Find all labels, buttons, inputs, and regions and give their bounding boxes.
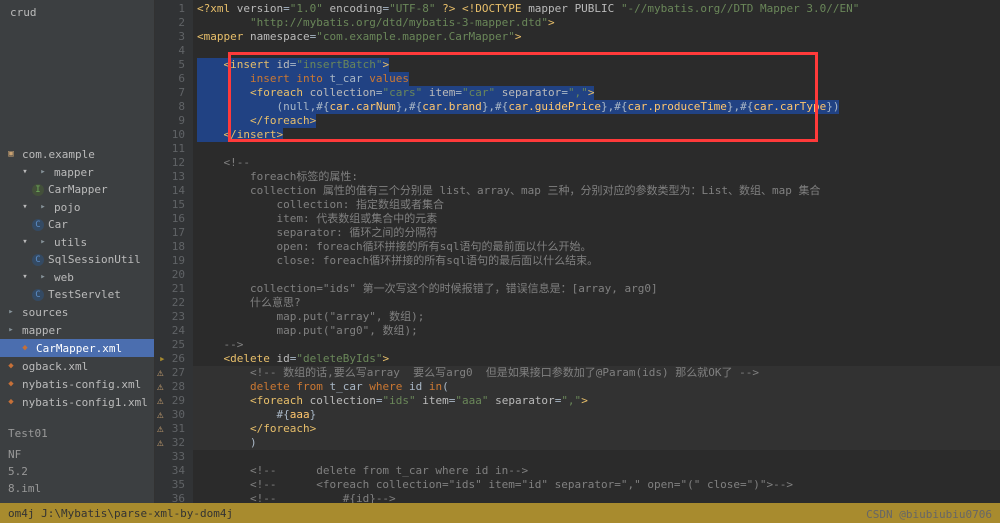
sec-item[interactable]: Test01: [0, 425, 154, 442]
code-line-13[interactable]: foreach标签的属性:: [193, 170, 1000, 184]
code-line-18[interactable]: open: foreach循环拼接的所有sql语句的最前面以什么开始。: [193, 240, 1000, 254]
code-line-4[interactable]: [193, 44, 1000, 58]
status-bar: om4j J:\Mybatis\parse-xml-by-dom4j: [0, 503, 1000, 523]
code-line-33[interactable]: [193, 450, 1000, 464]
class-icon: C: [32, 219, 44, 231]
xml-icon: ◆: [4, 395, 18, 409]
project-title: crud: [0, 0, 154, 25]
code-line-27[interactable]: <!-- 数组的话,要么写array 要么写arg0 但是如果接口参数加了@Pa…: [193, 366, 1000, 380]
code-line-28[interactable]: delete from t_car where id in(: [193, 380, 1000, 394]
code-line-3[interactable]: <mapper namespace="com.example.mapper.Ca…: [193, 30, 1000, 44]
code-line-9[interactable]: </foreach>: [193, 114, 1000, 128]
pkg-icon: ▣: [4, 147, 18, 161]
editor-pane[interactable]: 1234567891011121314151617181920212223242…: [155, 0, 1000, 503]
tree-item-ogback.xml[interactable]: ◆ogback.xml: [0, 357, 154, 375]
code-line-34[interactable]: <!-- delete from t_car where id in-->: [193, 464, 1000, 478]
folder-icon: ▸: [36, 165, 50, 179]
tree-item-utils[interactable]: ▾▸utils: [0, 233, 154, 251]
class-icon: C: [32, 289, 44, 301]
status-left: om4j J:\Mybatis\parse-xml-by-dom4j: [8, 507, 233, 520]
code-line-14[interactable]: collection 属性的值有三个分别是 list、array、map 三种，…: [193, 184, 1000, 198]
code-line-2[interactable]: "http://mybatis.org/dtd/mybatis-3-mapper…: [193, 16, 1000, 30]
tree-item-Car[interactable]: CCar: [0, 216, 154, 233]
tree-item-TestServlet[interactable]: CTestServlet: [0, 286, 154, 303]
code-line-6[interactable]: insert into t_car values: [193, 72, 1000, 86]
tree-item-nybatis-config.xml[interactable]: ◆nybatis-config.xml: [0, 375, 154, 393]
folder-icon: ▸: [4, 323, 18, 337]
sec-item[interactable]: NF: [0, 446, 154, 463]
folder-icon: ▸: [36, 270, 50, 284]
code-line-35[interactable]: <!-- <foreach collection="ids" item="id"…: [193, 478, 1000, 492]
code-line-21[interactable]: collection="ids" 第一次写这个的时候报错了，错误信息是：[arr…: [193, 282, 1000, 296]
code-line-15[interactable]: collection: 指定数组或者集合: [193, 198, 1000, 212]
iface-icon: I: [32, 184, 44, 196]
tree-item-sources[interactable]: ▸sources: [0, 303, 154, 321]
tree-item-web[interactable]: ▾▸web: [0, 268, 154, 286]
code-line-31[interactable]: </foreach>: [193, 422, 1000, 436]
tree-item-mapper[interactable]: ▾▸mapper: [0, 163, 154, 181]
code-line-5[interactable]: <insert id="insertBatch">: [193, 58, 1000, 72]
code-line-29[interactable]: <foreach collection="ids" item="aaa" sep…: [193, 394, 1000, 408]
code-line-8[interactable]: (null,#{car.carNum},#{car.brand},#{car.g…: [193, 100, 1000, 114]
code-line-25[interactable]: -->: [193, 338, 1000, 352]
code-line-30[interactable]: #{aaa}: [193, 408, 1000, 422]
code-line-26[interactable]: <delete id="deleteByIds">: [193, 352, 1000, 366]
tree-item-mapper[interactable]: ▸mapper: [0, 321, 154, 339]
code-area[interactable]: <?xml version="1.0" encoding="UTF-8" ?> …: [193, 0, 1000, 503]
code-line-32[interactable]: ): [193, 436, 1000, 450]
folder-icon: ▸: [36, 235, 50, 249]
code-line-1[interactable]: <?xml version="1.0" encoding="UTF-8" ?> …: [193, 2, 1000, 16]
project-sidebar: crud ▣com.example▾▸mapperICarMapper▾▸poj…: [0, 0, 155, 523]
code-line-7[interactable]: <foreach collection="cars" item="car" se…: [193, 86, 1000, 100]
tree-item-CarMapper.xml[interactable]: ◆CarMapper.xml: [0, 339, 154, 357]
line-gutter: 1234567891011121314151617181920212223242…: [155, 0, 193, 503]
code-line-16[interactable]: item: 代表数组或集合中的元素: [193, 212, 1000, 226]
code-line-23[interactable]: map.put("array", 数组);: [193, 310, 1000, 324]
code-line-17[interactable]: separator: 循环之间的分隔符: [193, 226, 1000, 240]
xml-icon: ◆: [4, 377, 18, 391]
code-line-22[interactable]: 什么意思?: [193, 296, 1000, 310]
code-line-19[interactable]: close: foreach循环拼接的所有sql语句的最后面以什么结束。: [193, 254, 1000, 268]
watermark: CSDN @biubiubiu0706: [866, 508, 992, 521]
xml-icon: ◆: [4, 359, 18, 373]
code-line-11[interactable]: [193, 142, 1000, 156]
scratches-section: Test01 NF5.28.iml: [0, 411, 154, 497]
folder-icon: ▸: [36, 200, 50, 214]
sec-item[interactable]: 5.2: [0, 463, 154, 480]
code-line-10[interactable]: </insert>: [193, 128, 1000, 142]
code-line-12[interactable]: <!--: [193, 156, 1000, 170]
tree-item-pojo[interactable]: ▾▸pojo: [0, 198, 154, 216]
tree-item-CarMapper[interactable]: ICarMapper: [0, 181, 154, 198]
sec-item[interactable]: 8.iml: [0, 480, 154, 497]
tree-item-nybatis-config1.xml[interactable]: ◆nybatis-config1.xml: [0, 393, 154, 411]
project-tree[interactable]: ▣com.example▾▸mapperICarMapper▾▸pojoCCar…: [0, 25, 154, 411]
code-line-20[interactable]: [193, 268, 1000, 282]
class-icon: C: [32, 254, 44, 266]
tree-item-com.example[interactable]: ▣com.example: [0, 145, 154, 163]
tree-item-SqlSessionUtil[interactable]: CSqlSessionUtil: [0, 251, 154, 268]
folder-icon: ▸: [4, 305, 18, 319]
code-line-24[interactable]: map.put("arg0", 数组);: [193, 324, 1000, 338]
xml-icon: ◆: [18, 341, 32, 355]
